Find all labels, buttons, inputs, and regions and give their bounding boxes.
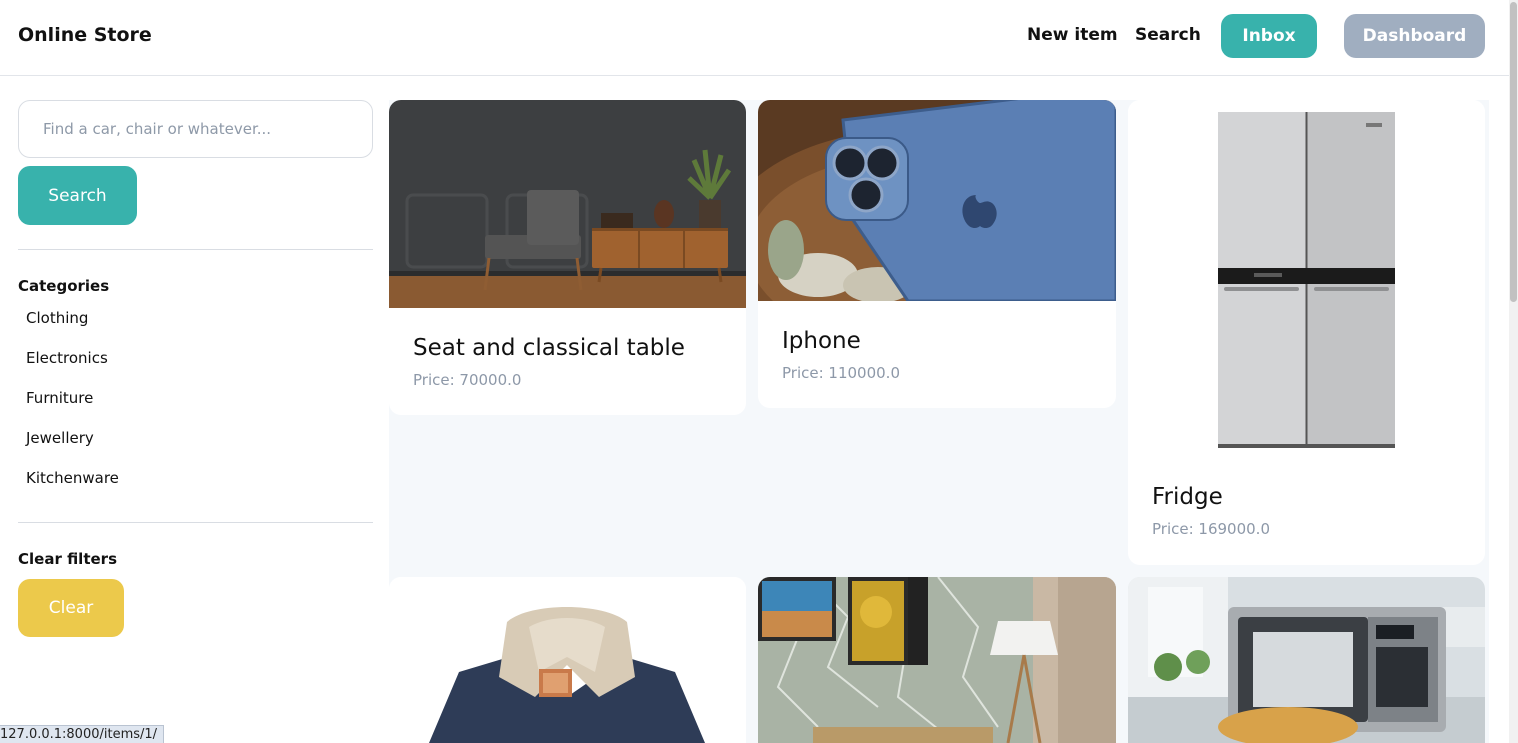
- scrollbar-thumb[interactable]: [1510, 2, 1517, 302]
- jacket-photo-icon: [389, 577, 746, 743]
- item-name[interactable]: Fridge: [1152, 484, 1223, 510]
- search-link[interactable]: Search: [1135, 25, 1201, 45]
- search-input[interactable]: [18, 100, 373, 158]
- category-furniture[interactable]: Furniture: [26, 389, 93, 407]
- item-name[interactable]: Iphone: [782, 328, 861, 354]
- item-card[interactable]: Seat and classical table Price: 70000.0: [389, 100, 746, 415]
- search-button[interactable]: Search: [18, 166, 137, 225]
- item-card[interactable]: Iphone Price: 110000.0: [758, 100, 1116, 408]
- dashboard-button[interactable]: Dashboard: [1344, 14, 1485, 58]
- clear-filters-heading: Clear filters: [18, 550, 117, 568]
- top-navbar: Online Store New item Search Inbox Dashb…: [0, 0, 1509, 76]
- clear-button[interactable]: Clear: [18, 579, 124, 637]
- item-card[interactable]: [758, 577, 1116, 743]
- furniture-photo-icon: [389, 100, 746, 308]
- item-price: Price: 169000.0: [1152, 520, 1270, 538]
- item-price: Price: 70000.0: [413, 371, 522, 389]
- category-kitchenware[interactable]: Kitchenware: [26, 469, 119, 487]
- living-room-photo-icon: [758, 577, 1116, 743]
- sidebar-divider: [18, 522, 373, 523]
- status-bar-url: 127.0.0.1:8000/items/1/: [0, 725, 165, 743]
- item-card[interactable]: [389, 577, 746, 743]
- item-name[interactable]: Seat and classical table: [413, 335, 685, 361]
- category-jewellery[interactable]: Jewellery: [26, 429, 94, 447]
- inbox-button[interactable]: Inbox: [1221, 14, 1317, 58]
- item-price: Price: 110000.0: [782, 364, 900, 382]
- new-item-link[interactable]: New item: [1027, 25, 1118, 45]
- fridge-photo-icon: [1128, 100, 1485, 460]
- phone-photo-icon: [758, 100, 1116, 301]
- page-scrollbar[interactable]: [1509, 0, 1518, 743]
- categories-heading: Categories: [18, 277, 110, 295]
- item-card[interactable]: [1128, 577, 1485, 743]
- category-clothing[interactable]: Clothing: [26, 309, 88, 327]
- brand-logo[interactable]: Online Store: [18, 24, 152, 46]
- microwave-photo-icon: [1128, 577, 1485, 743]
- item-card[interactable]: Fridge Price: 169000.0: [1128, 100, 1485, 565]
- sidebar-divider: [18, 249, 373, 250]
- category-electronics[interactable]: Electronics: [26, 349, 108, 367]
